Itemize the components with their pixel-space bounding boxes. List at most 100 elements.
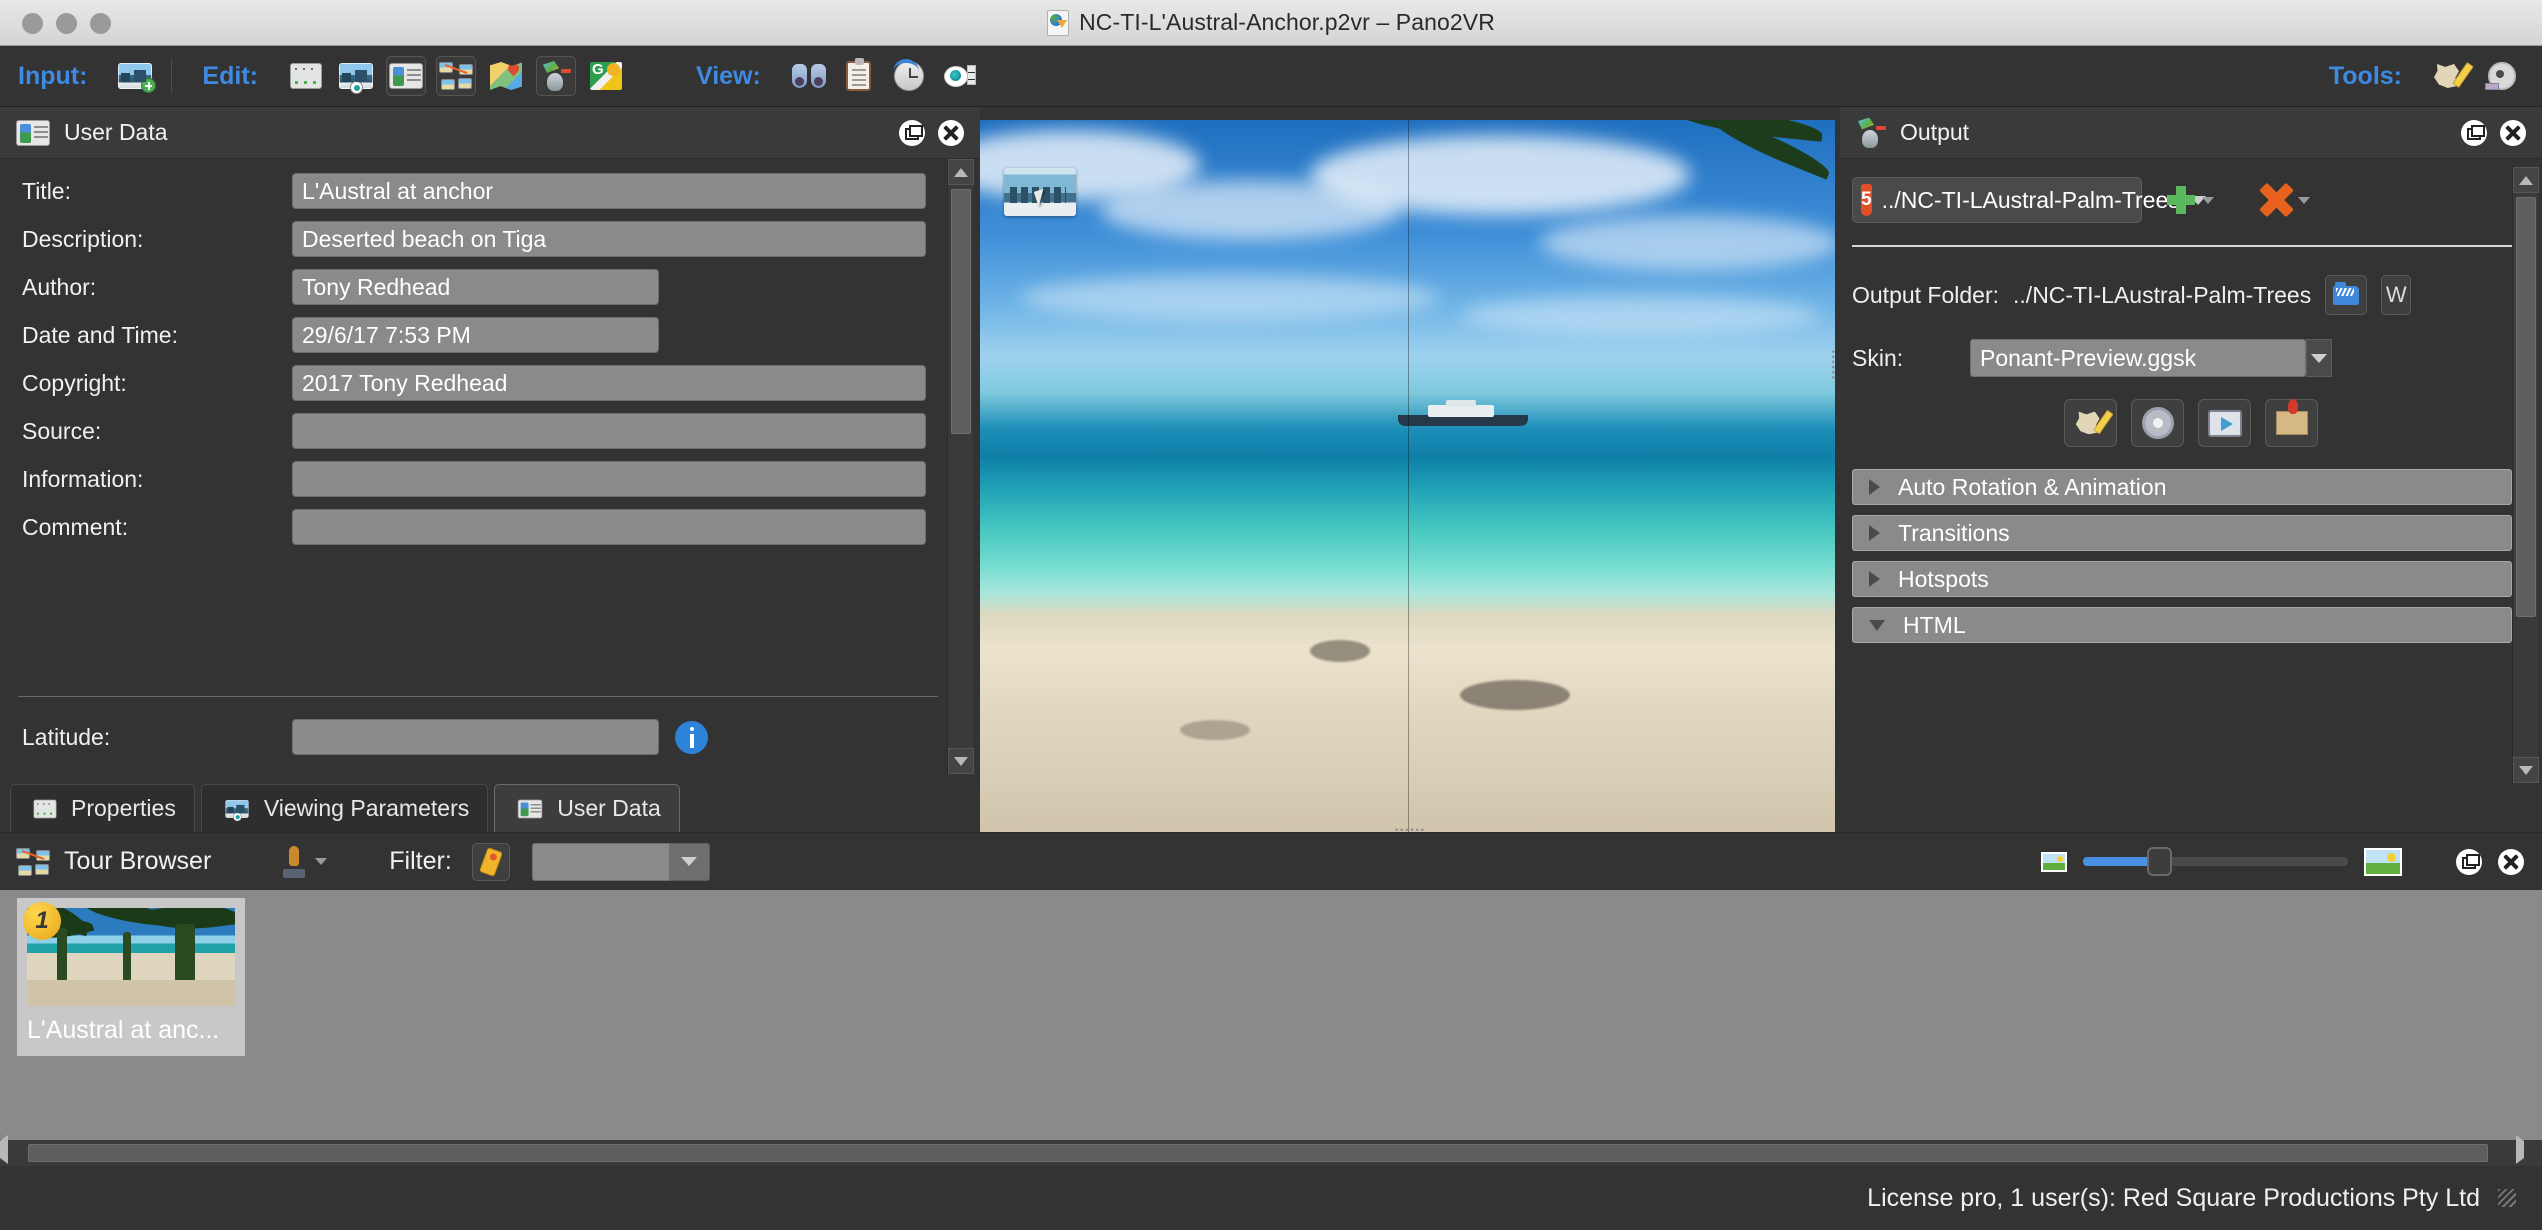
chevron-right-icon bbox=[1869, 525, 1880, 541]
stamp-tool-icon bbox=[281, 845, 307, 878]
skin-editor-icon bbox=[2075, 410, 2105, 437]
scroll-down-button[interactable] bbox=[2513, 757, 2539, 783]
film-reel-icon[interactable] bbox=[2480, 56, 2520, 96]
skin-editor-icon[interactable] bbox=[2430, 56, 2470, 96]
thumbnail-size-slider[interactable] bbox=[2083, 847, 2348, 876]
float-panel-icon[interactable] bbox=[2461, 119, 2487, 146]
properties-mixer-icon[interactable] bbox=[286, 56, 326, 96]
float-panel-icon[interactable] bbox=[2456, 848, 2482, 875]
scroll-thumb[interactable] bbox=[2516, 197, 2536, 617]
panorama-drag-cursor bbox=[1004, 162, 1084, 222]
author-input[interactable]: Tony Redhead bbox=[292, 269, 659, 305]
tab-user-data[interactable]: User Data bbox=[494, 784, 680, 832]
viewing-parameters-icon[interactable] bbox=[336, 56, 376, 96]
window-title: NC-TI-L'Austral-Anchor.p2vr – Pano2VR bbox=[1079, 9, 1495, 35]
scroll-down-button[interactable] bbox=[948, 748, 974, 774]
scroll-left-button[interactable] bbox=[0, 1135, 26, 1165]
skin-action-buttons bbox=[1840, 377, 2542, 447]
user-data-panel-header: User Data bbox=[0, 107, 980, 159]
tour-browser-horizontal-scrollbar[interactable] bbox=[0, 1135, 2542, 1166]
visibility-eye-icon[interactable] bbox=[939, 56, 979, 96]
remove-output-button[interactable] bbox=[2258, 182, 2310, 218]
add-output-button[interactable] bbox=[2164, 183, 2214, 217]
scroll-right-button[interactable] bbox=[2516, 1135, 2542, 1165]
scroll-up-button[interactable] bbox=[2513, 167, 2539, 193]
user-data-icon[interactable] bbox=[385, 56, 426, 96]
tour-browser-icon[interactable] bbox=[435, 56, 476, 96]
comment-input[interactable] bbox=[292, 509, 926, 545]
title-input[interactable]: L'Austral at anchor bbox=[292, 173, 926, 209]
stamp-tool-button[interactable] bbox=[281, 845, 328, 878]
close-panel-icon[interactable] bbox=[2500, 119, 2526, 146]
scroll-track[interactable] bbox=[28, 1144, 2514, 1162]
tab-properties[interactable]: Properties bbox=[10, 784, 195, 832]
section-divider bbox=[18, 696, 938, 697]
copyright-input[interactable]: 2017 Tony Redhead bbox=[292, 365, 926, 401]
section-transitions[interactable]: Transitions bbox=[1852, 515, 2512, 551]
field-row-datetime: Date and Time: 29/6/17 7:53 PM bbox=[0, 317, 980, 353]
source-input[interactable] bbox=[292, 413, 926, 449]
palm-frond bbox=[1615, 120, 1835, 230]
information-input[interactable] bbox=[292, 461, 926, 497]
panel-resize-grip-vertical[interactable]: •••••• bbox=[1828, 350, 1838, 381]
close-panel-icon[interactable] bbox=[2498, 848, 2524, 875]
latitude-input[interactable] bbox=[292, 719, 659, 755]
section-auto-rotation[interactable]: Auto Rotation & Animation bbox=[1852, 469, 2512, 505]
skin-input[interactable]: Ponant-Preview.ggsk bbox=[1970, 339, 2306, 377]
close-panel-icon[interactable] bbox=[938, 119, 964, 146]
map-icon[interactable] bbox=[486, 56, 526, 96]
browse-output-folder-button[interactable] bbox=[2325, 275, 2368, 315]
skin-settings-button[interactable] bbox=[2131, 399, 2184, 447]
history-clock-icon[interactable] bbox=[889, 56, 929, 96]
output-format-value: ../NC-TI-LAustral-Palm-Trees bbox=[1881, 186, 2180, 213]
info-icon[interactable] bbox=[675, 720, 708, 754]
datetime-input[interactable]: 29/6/17 7:53 PM bbox=[292, 317, 659, 353]
tag-filter-button[interactable] bbox=[471, 842, 510, 881]
output-scrollbar[interactable] bbox=[2512, 167, 2539, 783]
scroll-thumb[interactable] bbox=[951, 189, 971, 434]
section-html[interactable]: HTML bbox=[1852, 607, 2512, 643]
scroll-thumb[interactable] bbox=[28, 1144, 2488, 1162]
skin-label: Skin: bbox=[1852, 344, 1904, 371]
field-row-comment: Comment: bbox=[0, 509, 980, 545]
license-text: License pro, 1 user(s): Red Square Produ… bbox=[1867, 1183, 2480, 1212]
output-folder-extra-button[interactable]: W bbox=[2381, 275, 2412, 315]
binoculars-icon[interactable] bbox=[789, 56, 829, 96]
field-row-source: Source: bbox=[0, 413, 980, 449]
user-data-panel: User Data Title: L'Austral at anchor Des… bbox=[0, 107, 980, 832]
monitor-play-icon bbox=[2207, 409, 2242, 437]
window-controls[interactable] bbox=[22, 0, 111, 46]
minimize-window-button[interactable] bbox=[56, 12, 77, 34]
user-data-scrollbar[interactable] bbox=[947, 159, 974, 774]
resize-grip-icon[interactable] bbox=[2498, 1189, 2516, 1207]
chevron-down-icon bbox=[2298, 196, 2310, 204]
package-button[interactable] bbox=[2265, 399, 2318, 447]
tag-filter-icon bbox=[478, 846, 503, 877]
output-panel-header: Output bbox=[1840, 107, 2542, 159]
description-input[interactable]: Deserted beach on Tiga bbox=[292, 221, 926, 257]
chevron-down-icon bbox=[2202, 196, 2214, 204]
add-panorama-icon[interactable] bbox=[115, 56, 157, 96]
output-format-selector[interactable]: 5 ../NC-TI-LAustral-Palm-Trees bbox=[1852, 177, 2206, 223]
panorama-image[interactable] bbox=[980, 120, 1835, 837]
section-hotspots[interactable]: Hotspots bbox=[1852, 561, 2512, 597]
window-title-bar: NC-TI-L'Austral-Anchor.p2vr – Pano2VR bbox=[0, 0, 2542, 46]
float-panel-icon[interactable] bbox=[899, 119, 925, 146]
skin-editor-button[interactable] bbox=[2064, 399, 2117, 447]
scroll-up-button[interactable] bbox=[948, 159, 974, 185]
tab-viewing-parameters[interactable]: Viewing Parameters bbox=[200, 784, 489, 832]
clipboard-icon[interactable] bbox=[839, 56, 879, 96]
preview-button[interactable] bbox=[2198, 399, 2251, 447]
filter-input[interactable] bbox=[531, 842, 670, 881]
field-row-title: Title: L'Austral at anchor bbox=[0, 173, 980, 209]
panorama-viewer[interactable]: •••••• bbox=[980, 120, 1835, 838]
slider-knob[interactable] bbox=[2147, 847, 2172, 876]
google-maps-icon[interactable] bbox=[586, 56, 626, 96]
filter-dropdown-button[interactable] bbox=[669, 842, 710, 881]
output-icon[interactable] bbox=[535, 56, 576, 96]
list-item[interactable]: 1 L'Austral at anc... bbox=[17, 898, 245, 1056]
skin-dropdown-button[interactable] bbox=[2306, 339, 2332, 377]
close-window-button[interactable] bbox=[22, 12, 43, 34]
tour-browser-body: 1 L'Austral at anc... bbox=[0, 890, 2542, 1140]
maximize-window-button[interactable] bbox=[90, 12, 111, 34]
